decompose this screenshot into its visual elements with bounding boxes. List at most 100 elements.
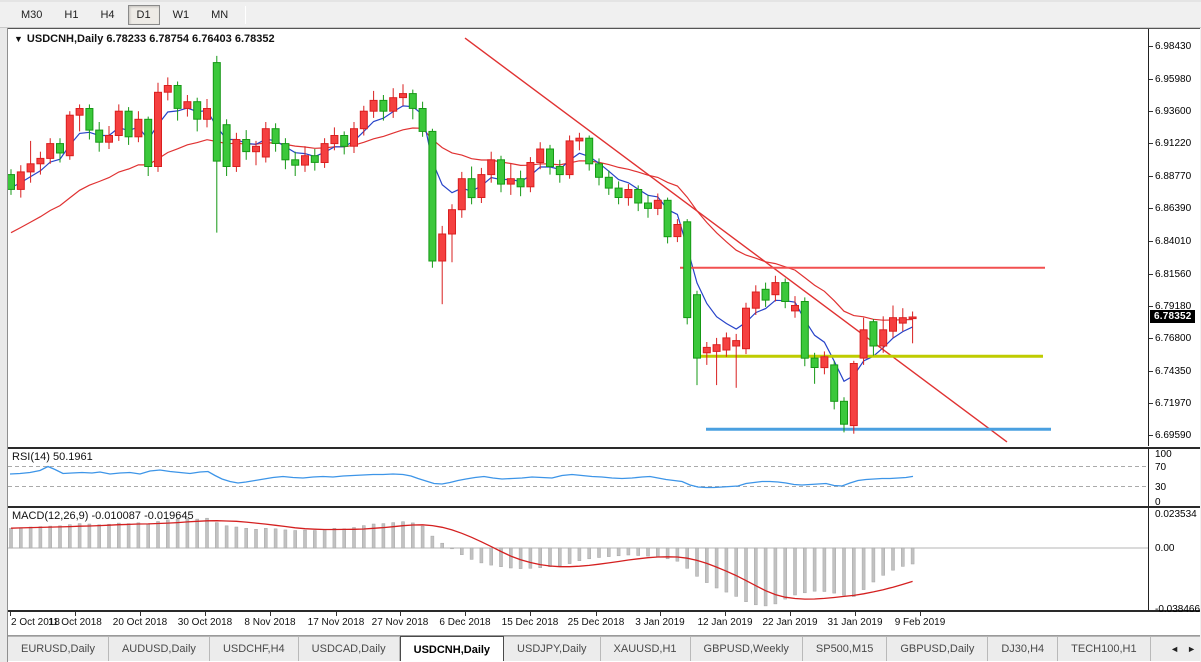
date-axis-label: 20 Oct 2018 (112, 617, 168, 628)
date-axis-label: 25 Dec 2018 (567, 617, 625, 628)
date-axis-label: 11 Oct 2018 (48, 617, 102, 628)
tab-gbpusd-weekly[interactable]: GBPUSD,Weekly (691, 637, 803, 661)
price-axis-label: 6.86390 (1155, 203, 1192, 214)
toolbar-separator (245, 5, 247, 24)
macd-axis-label: 0.00 (1155, 543, 1175, 554)
date-tick (725, 612, 726, 616)
tab-tech100-h1[interactable]: TECH100,H1 (1058, 637, 1151, 661)
rsi-panel: RSI(14) 50.1961 100 70 30 0 (8, 449, 1200, 508)
price-tick (1149, 79, 1153, 80)
price-tick (1149, 274, 1153, 275)
rsi-line (9, 465, 914, 489)
price-tick (1149, 435, 1153, 436)
timeframe-button-m30[interactable]: M30 (12, 5, 51, 25)
price-tick (1149, 46, 1153, 47)
tab-dj30-h4[interactable]: DJ30,H4 (988, 637, 1059, 661)
date-axis-label: 3 Jan 2019 (635, 617, 685, 628)
price-tick (1149, 111, 1153, 112)
chart-title: ▼ USDCNH,Daily 6.78233 6.78754 6.76403 6.… (14, 33, 275, 45)
tab-usdcnh-daily[interactable]: USDCNH,Daily (399, 636, 505, 661)
ohlc-values: 6.78233 6.78754 6.76403 6.78352 (106, 33, 275, 45)
date-tick (336, 612, 337, 616)
price-axis-label: 6.84010 (1155, 236, 1192, 247)
tab-scroll-arrows: ◄ ► (1170, 637, 1196, 661)
date-axis-label: 12 Jan 2019 (697, 617, 753, 628)
rsi-plot[interactable]: RSI(14) 50.1961 (8, 449, 1148, 506)
tab-usdjpy-daily[interactable]: USDJPY,Daily (504, 637, 601, 661)
price-tick (1149, 143, 1153, 144)
price-tick (1149, 338, 1153, 339)
rsi-chart (8, 465, 1148, 489)
date-tick (205, 612, 206, 616)
date-axis-label: 8 Nov 2018 (244, 617, 296, 628)
tab-sp500-m15[interactable]: SP500,M15 (803, 637, 888, 661)
candlestick-series (8, 55, 917, 434)
rsi-axis-label: 70 (1155, 462, 1167, 473)
macd-plot[interactable]: MACD(12,26,9) -0.010087 -0.019645 (8, 508, 1148, 610)
timeframe-button-d1[interactable]: D1 (127, 4, 160, 25)
tab-audusd-daily[interactable]: AUDUSD,Daily (109, 637, 210, 661)
rsi-axis: 100 70 30 0 (1148, 449, 1200, 508)
macd-label: MACD(12,26,9) -0.010087 -0.019645 (12, 510, 194, 522)
tab-scroll-right-icon[interactable]: ► (1187, 644, 1196, 654)
price-tick (1149, 403, 1153, 404)
price-chart-plot[interactable]: ▼ USDCNH,Daily 6.78233 6.78754 6.76403 6.… (8, 29, 1148, 446)
symbol-menu-icon[interactable]: ▼ (14, 34, 23, 44)
macd-axis: 0.023534 0.00 -0.038466 (1148, 508, 1200, 615)
price-axis-label: 6.69590 (1155, 430, 1192, 441)
timeframe-toolbar: M30 H1 H4 D1 W1 MN (0, 0, 1201, 28)
date-axis-label: 6 Dec 2018 (439, 617, 491, 628)
macd-chart (8, 517, 1148, 607)
timeframe-button-h1[interactable]: H1 (55, 5, 87, 25)
date-tick (465, 612, 466, 616)
tab-scroll-left-icon[interactable]: ◄ (1170, 644, 1179, 654)
price-tick (1149, 241, 1153, 242)
chart-window: ▼ USDCNH,Daily 6.78233 6.78754 6.76403 6.… (8, 28, 1200, 662)
date-axis-label: 27 Nov 2018 (371, 617, 429, 628)
rsi-axis-label: 0 (1155, 497, 1161, 508)
tab-usdchf-h4[interactable]: USDCHF,H4 (210, 637, 299, 661)
macd-histogram (9, 517, 915, 607)
candlestick-chart (8, 37, 1051, 443)
date-tick (10, 612, 11, 616)
macd-axis-label: 0.023534 (1155, 509, 1197, 520)
date-tick (400, 612, 401, 616)
date-tick (530, 612, 531, 616)
workspace: ▼ USDCNH,Daily 6.78233 6.78754 6.76403 6.… (0, 28, 1201, 662)
price-axis-label: 6.98430 (1155, 41, 1192, 52)
tab-xauusd-h1[interactable]: XAUUSD,H1 (601, 637, 691, 661)
tab-gbpusd-daily[interactable]: GBPUSD,Daily (887, 637, 989, 661)
date-tick (660, 612, 661, 616)
date-axis-label: 30 Oct 2018 (177, 617, 233, 628)
price-axis-label: 6.93600 (1155, 106, 1192, 117)
price-axis-label: 6.76800 (1155, 333, 1192, 344)
price-tick (1149, 208, 1153, 209)
price-tick (1149, 306, 1153, 307)
rsi-label: RSI(14) 50.1961 (12, 451, 93, 463)
symbol-label: USDCNH,Daily (26, 33, 104, 45)
rsi-axis-label: 100 (1155, 449, 1172, 460)
price-axis-label: 6.95980 (1155, 74, 1192, 85)
trading-terminal: M30 H1 H4 D1 W1 MN ▼ USDCNH,Daily 6.78233 6.78… (0, 0, 1201, 662)
timeframe-button-h4[interactable]: H4 (91, 5, 123, 25)
rsi-axis-label: 30 (1155, 482, 1167, 493)
left-gutter (0, 28, 8, 662)
date-axis-label: 9 Feb 2019 (894, 617, 946, 628)
timeframe-button-w1[interactable]: W1 (164, 5, 199, 25)
date-axis-label: 31 Jan 2019 (827, 617, 883, 628)
main-chart-panel: ▼ USDCNH,Daily 6.78233 6.78754 6.76403 6.… (8, 29, 1200, 449)
chart-tabs-bar: EURUSD,Daily AUDUSD,Daily USDCHF,H4 USDCAD,… (8, 636, 1200, 661)
date-tick (140, 612, 141, 616)
date-tick (596, 612, 597, 616)
tab-usdcad-daily[interactable]: USDCAD,Daily (299, 637, 400, 661)
date-tick (270, 612, 271, 616)
price-axis-label: 6.88770 (1155, 171, 1192, 182)
date-axis: 2 Oct 2018 11 Oct 2018 20 Oct 2018 30 Oct 2… (8, 612, 1200, 636)
price-axis-label: 6.91220 (1155, 138, 1192, 149)
price-axis-label: 6.81560 (1155, 269, 1192, 280)
timeframe-button-mn[interactable]: MN (202, 5, 237, 25)
tab-eurusd-daily[interactable]: EURUSD,Daily (8, 637, 109, 661)
macd-panel: MACD(12,26,9) -0.010087 -0.019645 0.0235… (8, 508, 1200, 615)
date-tick (790, 612, 791, 616)
date-tick (75, 612, 76, 616)
